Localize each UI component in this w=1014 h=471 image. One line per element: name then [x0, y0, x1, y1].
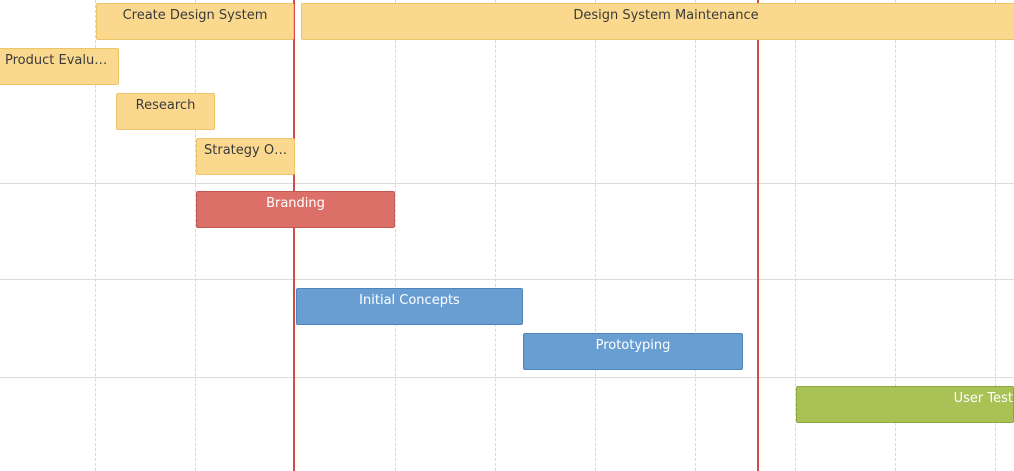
- group-separator: [0, 377, 1014, 378]
- task-design-system-maintenance[interactable]: Design System Maintenance: [301, 3, 1014, 40]
- current-date-marker: [293, 0, 295, 471]
- task-prototyping[interactable]: Prototyping: [523, 333, 743, 370]
- task-initial-concepts[interactable]: Initial Concepts: [296, 288, 523, 325]
- task-strategy-overview[interactable]: Strategy Ov...: [196, 138, 295, 175]
- task-branding[interactable]: Branding: [196, 191, 395, 228]
- grid-line: [395, 0, 396, 471]
- task-research[interactable]: Research: [116, 93, 215, 130]
- milestone-marker: [757, 0, 759, 471]
- task-product-evaluation[interactable]: Product Evaluat...: [0, 48, 119, 85]
- task-create-design-system[interactable]: Create Design System: [96, 3, 294, 40]
- grid-line: [195, 0, 196, 471]
- task-user-testing[interactable]: User Test: [796, 386, 1014, 423]
- grid-line: [495, 0, 496, 471]
- group-separator: [0, 279, 1014, 280]
- group-separator: [0, 183, 1014, 184]
- grid-line: [595, 0, 596, 471]
- gantt-timeline: Create Design System Design System Maint…: [0, 0, 1014, 471]
- grid-line: [695, 0, 696, 471]
